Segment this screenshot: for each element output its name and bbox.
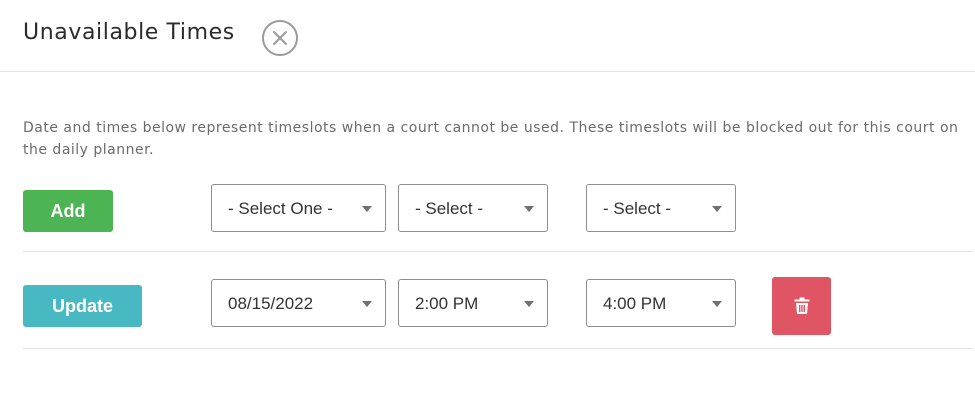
row-divider [23,251,973,252]
start-time-select[interactable]: - Select - [398,184,548,232]
entry-start-time-value: 2:00 PM [415,294,479,313]
delete-button[interactable] [772,277,831,335]
close-button[interactable] [262,20,298,56]
chevron-down-icon [362,301,372,307]
close-icon [273,31,287,45]
chevron-down-icon [524,301,534,307]
chevron-down-icon [524,206,534,212]
modal-title: Unavailable Times [23,20,235,45]
trash-icon [794,297,809,314]
date-select-value: - Select One - [228,199,333,218]
entry-end-time-value: 4:00 PM [603,294,667,313]
entry-end-time-select[interactable]: 4:00 PM [586,279,736,327]
end-time-select[interactable]: - Select - [586,184,736,232]
add-button[interactable]: Add [23,190,113,232]
chevron-down-icon [712,301,722,307]
entry-date-select[interactable]: 08/15/2022 [211,279,386,327]
unavailable-times-modal: Unavailable Times Date and times below r… [0,0,975,394]
end-time-select-value: - Select - [603,199,672,218]
chevron-down-icon [362,206,372,212]
entry-start-time-select[interactable]: 2:00 PM [398,279,548,327]
description-text: Date and times below represent timeslots… [23,120,959,158]
chevron-down-icon [712,206,722,212]
row-divider [23,348,973,349]
entry-date-value: 08/15/2022 [228,294,314,313]
modal-header: Unavailable Times [0,0,975,72]
start-time-select-value: - Select - [415,199,484,218]
update-button[interactable]: Update [23,285,142,327]
date-select[interactable]: - Select One - [211,184,386,232]
